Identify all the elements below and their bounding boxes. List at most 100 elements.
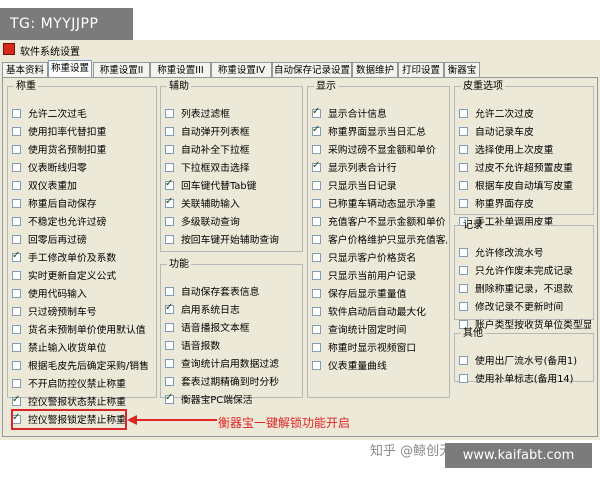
checkbox-unchecked[interactable]	[12, 270, 21, 280]
tab-weighing-3[interactable]: 称重设置III	[150, 62, 211, 77]
checkbox-unchecked[interactable]	[459, 265, 468, 275]
checkbox-option[interactable]: 允许二次过毛	[12, 104, 154, 122]
checkbox-unchecked[interactable]	[12, 234, 21, 244]
checkbox-option[interactable]: 列表过滤框	[165, 104, 300, 122]
checkbox-unchecked[interactable]	[312, 324, 321, 334]
checkbox-unchecked[interactable]	[165, 144, 174, 154]
checkbox-option[interactable]: 仪表重量曲线	[312, 356, 447, 374]
checkbox-unchecked[interactable]	[459, 283, 468, 293]
checkbox-option[interactable]: 允许修改流水号	[459, 243, 591, 261]
checkbox-option[interactable]: 套表过期精确到时分秒	[165, 372, 300, 390]
checkbox-option[interactable]: 已称重车辆动态显示净重	[312, 194, 447, 212]
checkbox-unchecked[interactable]	[312, 342, 321, 352]
checkbox-option[interactable]: 实时更新自定义公式	[12, 266, 154, 284]
checkbox-option[interactable]: 启用系统日志	[165, 300, 300, 318]
checkbox-option[interactable]: 控仪警报状态禁止称重	[12, 392, 154, 410]
checkbox-unchecked[interactable]	[459, 301, 468, 311]
checkbox-option[interactable]: 下拉框双击选择	[165, 158, 300, 176]
checkbox-unchecked[interactable]	[459, 355, 468, 365]
checkbox-option[interactable]: 衡器宝PC端保活	[165, 390, 300, 408]
checkbox-option[interactable]: 回车键代替Tab键	[165, 176, 300, 194]
checkbox-option[interactable]: 关联辅助输入	[165, 194, 300, 212]
checkbox-unchecked[interactable]	[12, 216, 21, 226]
checkbox-option[interactable]: 只显示当日记录	[312, 176, 447, 194]
checkbox-checked[interactable]	[165, 196, 174, 208]
checkbox-unchecked[interactable]	[459, 247, 468, 257]
tab-print-settings[interactable]: 打印设置	[398, 62, 444, 77]
tab-weighing[interactable]: 称重设置	[48, 60, 92, 77]
tab-weighing-2[interactable]: 称重设置II	[93, 62, 150, 77]
checkbox-unchecked[interactable]	[312, 234, 321, 244]
checkbox-option[interactable]: 回零后再过磅	[12, 230, 154, 248]
checkbox-option[interactable]: 使用扣率代替扣重	[12, 122, 154, 140]
checkbox-unchecked[interactable]	[165, 126, 174, 136]
checkbox-option[interactable]: 使用代码输入	[12, 284, 154, 302]
checkbox-option[interactable]: 显示合计信息	[312, 104, 447, 122]
checkbox-unchecked[interactable]	[312, 288, 321, 298]
checkbox-checked[interactable]	[165, 302, 174, 314]
checkbox-option[interactable]: 使用出厂流水号(备用1)	[459, 351, 591, 369]
checkbox-unchecked[interactable]	[12, 108, 21, 118]
checkbox-option[interactable]: 不稳定也允许过磅	[12, 212, 154, 230]
checkbox-option[interactable]: 语音报数	[165, 336, 300, 354]
checkbox-unchecked[interactable]	[12, 180, 21, 190]
checkbox-unchecked[interactable]	[312, 360, 321, 370]
checkbox-unchecked[interactable]	[312, 216, 321, 226]
checkbox-option[interactable]: 显示列表合计行	[312, 158, 447, 176]
checkbox-unchecked[interactable]	[12, 288, 21, 298]
checkbox-unchecked[interactable]	[12, 162, 21, 172]
checkbox-unchecked[interactable]	[165, 358, 174, 368]
checkbox-option[interactable]: 货名未预制单价使用默认值	[12, 320, 154, 338]
checkbox-unchecked[interactable]	[12, 144, 21, 154]
checkbox-option[interactable]: 软件启动后自动最大化	[312, 302, 447, 320]
checkbox-option[interactable]: 称重后自动保存	[12, 194, 154, 212]
checkbox-unchecked[interactable]	[312, 144, 321, 154]
checkbox-checked[interactable]	[312, 106, 321, 118]
checkbox-checked[interactable]	[165, 392, 174, 404]
checkbox-unchecked[interactable]	[459, 144, 468, 154]
checkbox-option[interactable]: 称重界面显示当日汇总	[312, 122, 447, 140]
checkbox-checked[interactable]	[12, 250, 21, 262]
checkbox-unchecked[interactable]	[12, 360, 21, 370]
checkbox-option[interactable]: 按回车键开始辅助查询	[165, 230, 300, 248]
checkbox-unchecked[interactable]	[459, 373, 468, 383]
checkbox-option[interactable]: 双仪表重加	[12, 176, 154, 194]
checkbox-unchecked[interactable]	[312, 306, 321, 316]
checkbox-option[interactable]: 选择使用上次皮重	[459, 140, 591, 158]
checkbox-option[interactable]: 称重界面存皮	[459, 194, 591, 212]
checkbox-checked[interactable]	[312, 124, 321, 136]
checkbox-unchecked[interactable]	[165, 322, 174, 332]
checkbox-unchecked[interactable]	[12, 342, 21, 352]
tab-autosave[interactable]: 自动保存记录设置	[272, 62, 352, 77]
checkbox-unchecked[interactable]	[12, 126, 21, 136]
checkbox-option[interactable]: 采购过磅不显金额和单价	[312, 140, 447, 158]
checkbox-checked[interactable]	[165, 178, 174, 190]
checkbox-option[interactable]: 查询统计启用数据过滤	[165, 354, 300, 372]
checkbox-option[interactable]: 使用货名预制扣重	[12, 140, 154, 158]
checkbox-unchecked[interactable]	[459, 162, 468, 172]
checkbox-option[interactable]: 使用补单标志(备用14)	[459, 369, 591, 387]
checkbox-option[interactable]: 手工修改单价及系数	[12, 248, 154, 266]
checkbox-option[interactable]: 仪表断线归零	[12, 158, 154, 176]
checkbox-unchecked[interactable]	[12, 378, 21, 388]
checkbox-option[interactable]: 多级联动查询	[165, 212, 300, 230]
checkbox-option[interactable]: 不开启防控仪禁止称重	[12, 374, 154, 392]
checkbox-option[interactable]: 自动弹开列表框	[165, 122, 300, 140]
tab-hengqibao[interactable]: 衡器宝	[444, 62, 480, 77]
checkbox-option[interactable]: 称重时显示视频窗口	[312, 338, 447, 356]
checkbox-option[interactable]: 自动记录车皮	[459, 122, 591, 140]
checkbox-option[interactable]: 修改记录不更新时间	[459, 297, 591, 315]
tab-weighing-4[interactable]: 称重设置IV	[211, 62, 272, 77]
checkbox-unchecked[interactable]	[12, 306, 21, 316]
checkbox-option[interactable]: 只允许作废未完成记录	[459, 261, 591, 279]
checkbox-option[interactable]: 只过磅预制车号	[12, 302, 154, 320]
checkbox-option[interactable]: 客户价格维护只显示充值客户	[312, 230, 447, 248]
checkbox-unchecked[interactable]	[165, 234, 174, 244]
checkbox-unchecked[interactable]	[312, 270, 321, 280]
checkbox-unchecked[interactable]	[312, 180, 321, 190]
checkbox-option[interactable]: 根据毛皮先后确定采购/销售	[12, 356, 154, 374]
checkbox-unchecked[interactable]	[165, 376, 174, 386]
checkbox-option[interactable]: 允许二次过皮	[459, 104, 591, 122]
checkbox-unchecked[interactable]	[12, 198, 21, 208]
checkbox-unchecked[interactable]	[459, 180, 468, 190]
